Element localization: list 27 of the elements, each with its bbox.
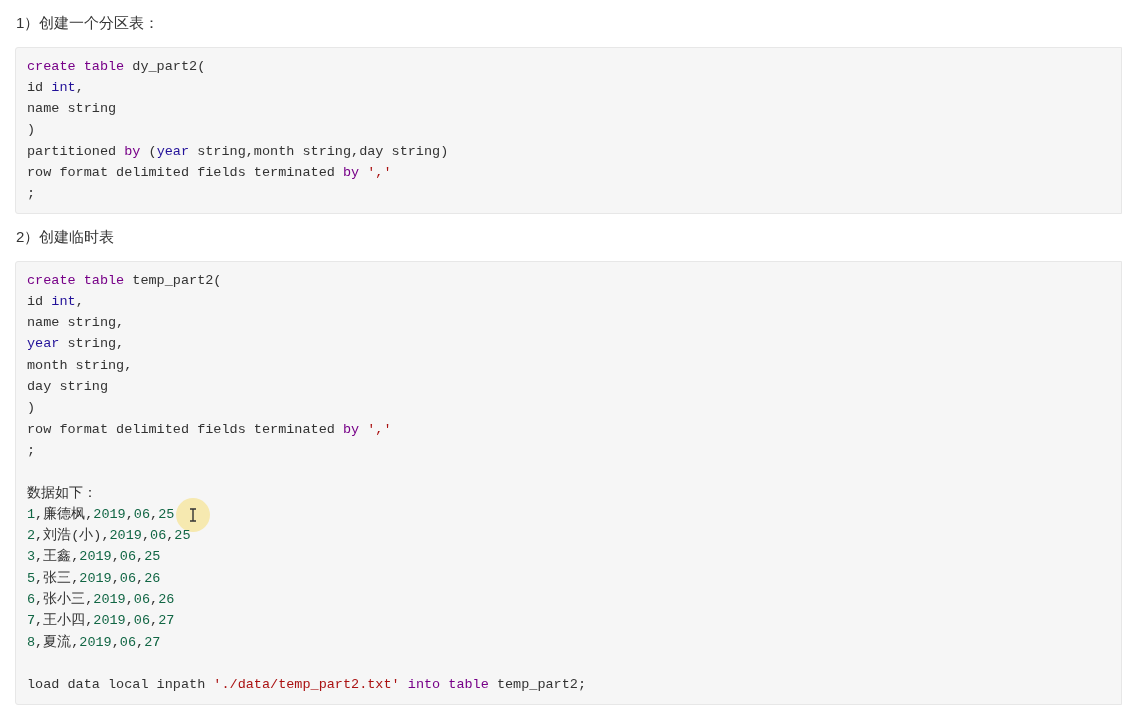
code-line: 8,夏流,2019,06,27: [27, 633, 161, 652]
code-line: month string,: [27, 356, 133, 375]
code-line: ): [27, 121, 36, 140]
code-line: 2,刘浩(小),2019,06,25: [27, 526, 191, 546]
code-line: name string,: [27, 314, 125, 333]
code-line: partitioned by (year string,month string,day string): [27, 142, 449, 161]
code-line: name string: [27, 100, 117, 119]
code-line: ;: [27, 441, 36, 460]
code-line: 6,张小三,2019,06,26: [27, 590, 175, 610]
code-line: row format delimited fields terminated by ',': [27, 420, 392, 439]
code-line: load data local inpath './data/temp_part2.txt' into table temp_part2;: [27, 676, 587, 695]
section-heading: 2）创建临时表: [15, 227, 116, 248]
section-heading: 1）创建一个分区表：: [15, 13, 161, 34]
code-line: ;: [27, 185, 36, 204]
code-line: ): [27, 399, 36, 418]
code-line: id int,: [27, 292, 84, 311]
code-line: 7,王小四,2019,06,27: [27, 611, 175, 631]
code-line: id int,: [27, 78, 84, 97]
code-line: create table temp_part2(: [27, 271, 222, 290]
code-line: year string,: [27, 335, 125, 354]
code-line: 5,张三,2019,06,26: [27, 569, 161, 588]
code-line: 1,廉德枫,2019,06,25: [27, 505, 175, 524]
code-line: row format delimited fields terminated by ',': [27, 164, 392, 182]
code-line: 数据如下：: [27, 484, 97, 503]
code-line: create table dy_part2(: [27, 57, 206, 76]
code-line: 3,王鑫,2019,06,25: [27, 547, 161, 567]
code-line: day string: [27, 378, 108, 397]
